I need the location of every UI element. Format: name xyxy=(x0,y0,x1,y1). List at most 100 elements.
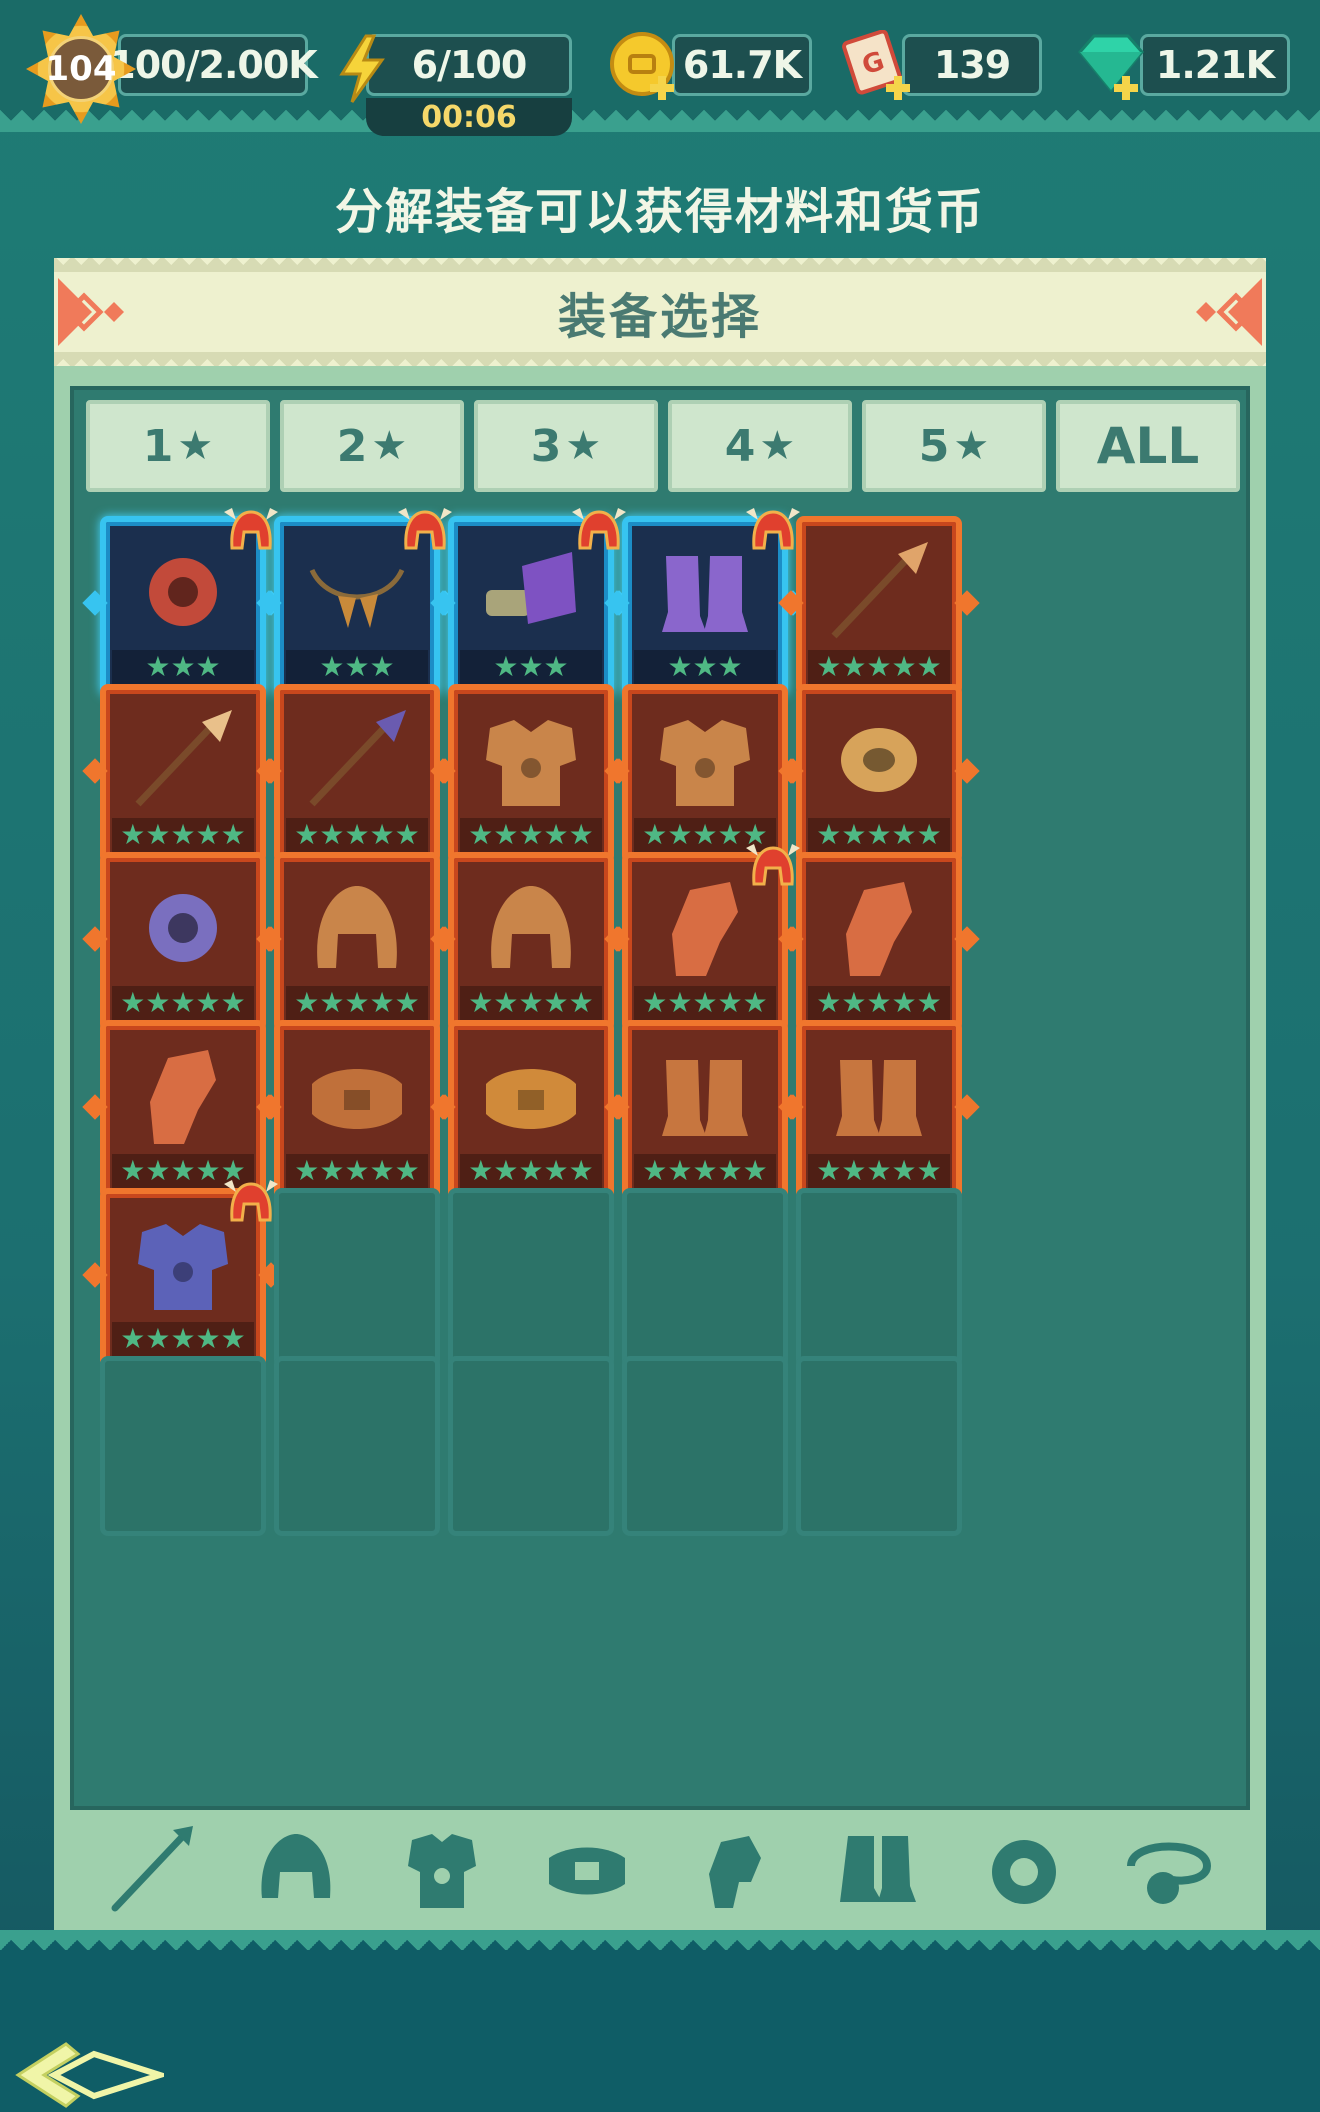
spear-icon xyxy=(135,710,232,807)
dark-spear-icon xyxy=(309,710,406,807)
item-card-orange: ★★★★★ xyxy=(622,1020,788,1200)
belt-icon xyxy=(312,1069,402,1129)
level-number: 104 xyxy=(46,36,117,102)
level-badge[interactable]: 104 xyxy=(26,14,136,124)
bottom-bar xyxy=(0,1930,1320,2112)
weapon-icon[interactable] xyxy=(103,1822,199,1918)
star-icon: ★ xyxy=(759,423,796,469)
armor-icon[interactable] xyxy=(394,1822,490,1918)
glove-icon xyxy=(150,1050,216,1144)
back-arrow-icon[interactable] xyxy=(14,2040,164,2110)
empty-card xyxy=(448,1188,614,1368)
empty-slot xyxy=(610,1346,800,1546)
empty-card xyxy=(622,1356,788,1536)
gem-counter: 1.21K xyxy=(1140,34,1290,96)
bracelet-icon xyxy=(841,728,917,792)
item-card-orange: ★★★★★ xyxy=(100,1020,266,1200)
greaves-icon xyxy=(836,1060,922,1136)
tab-label: 5 xyxy=(918,420,950,472)
helmet-icon xyxy=(317,886,397,968)
empty-slot xyxy=(262,1346,452,1546)
experience-counter: 100/2.00K xyxy=(109,34,318,96)
item-card-orange: ★★★★★ xyxy=(796,852,962,1032)
gem-icon[interactable] xyxy=(1072,30,1152,102)
topbar-trim xyxy=(0,110,1320,132)
header-trim-top xyxy=(54,258,1266,272)
energy-counter: 6/100 xyxy=(366,34,572,96)
tab-5-star[interactable]: 5 ★ xyxy=(862,400,1046,492)
empty-card xyxy=(796,1356,962,1536)
category-bar xyxy=(54,1810,1266,1930)
header-trim-bottom xyxy=(54,352,1266,366)
tab-label: 3 xyxy=(530,420,562,472)
equipment-grid: 1 ★ 2 ★ 3 ★ 4 ★ 5 ★ ALL ★★★ ★★★ ★★★ ★★★ … xyxy=(70,386,1250,1810)
item-card-orange: ★★★★★ xyxy=(796,1020,962,1200)
ticket-counter: 139 xyxy=(902,34,1042,96)
item-card-orange: ★★★★★ xyxy=(448,1020,614,1200)
necklace-icon[interactable] xyxy=(1121,1822,1217,1918)
tab-3-star[interactable]: 3 ★ xyxy=(474,400,658,492)
empty-slot xyxy=(88,1346,278,1546)
empty-card xyxy=(274,1356,440,1536)
equipped-helmet-icon xyxy=(746,508,800,550)
equipped-helmet-icon xyxy=(224,1180,278,1222)
star-filter-tabs: 1 ★ 2 ★ 3 ★ 4 ★ 5 ★ ALL xyxy=(86,400,1240,492)
equipped-helmet-icon xyxy=(398,508,452,550)
equipped-helmet-icon xyxy=(224,508,278,550)
boots-icon[interactable] xyxy=(830,1822,926,1918)
panel-header: 装备选择 xyxy=(54,258,1266,366)
star-icon: ★ xyxy=(177,423,214,469)
spear-icon xyxy=(831,542,928,639)
item-card-orange: ★★★★★ xyxy=(448,684,614,864)
armor-icon xyxy=(660,720,750,806)
item-card-orange: ★★★★★ xyxy=(274,852,440,1032)
tab-1-star[interactable]: 1 ★ xyxy=(86,400,270,492)
left-diamond-icon xyxy=(58,278,124,346)
item-card-orange: ★★★★★ xyxy=(622,684,788,864)
lightning-icon xyxy=(339,34,385,103)
tab-label: ALL xyxy=(1096,417,1200,475)
headline: 分解装备可以获得材料和货币 xyxy=(334,184,985,240)
ring-icon xyxy=(149,894,217,962)
armor-icon xyxy=(486,720,576,806)
empty-card xyxy=(274,1188,440,1368)
tab-label: 4 xyxy=(724,420,756,472)
right-diamond-icon xyxy=(1196,278,1262,346)
gold-coin-icon[interactable] xyxy=(608,30,684,102)
tab-2-star[interactable]: 2 ★ xyxy=(280,400,464,492)
tab-4-star[interactable]: 4 ★ xyxy=(668,400,852,492)
empty-slot xyxy=(784,1346,974,1546)
ring-icon[interactable] xyxy=(976,1822,1072,1918)
empty-card xyxy=(448,1356,614,1536)
item-card-orange: ★★★★★ xyxy=(100,852,266,1032)
belt-icon xyxy=(486,1069,576,1129)
glove-icon xyxy=(846,882,912,976)
equipped-helmet-icon xyxy=(572,508,626,550)
item-card-orange: ★★★★★ xyxy=(448,852,614,1032)
belt-icon[interactable] xyxy=(539,1822,635,1918)
gold-counter: 61.7K xyxy=(672,34,812,96)
ticket-icon[interactable]: G xyxy=(840,30,916,102)
equipment-panel: 装备选择 1 ★ 2 ★ 3 ★ 4 ★ 5 ★ ALL ★★★ ★★★ ★★★… xyxy=(54,258,1266,1930)
helmet-icon xyxy=(491,886,571,968)
star-icon: ★ xyxy=(371,423,408,469)
equipped-helmet-icon xyxy=(746,844,800,886)
tab-all[interactable]: ALL xyxy=(1056,400,1240,492)
item-card-orange: ★★★★★ xyxy=(100,684,266,864)
item-card-orange: ★★★★★ xyxy=(796,516,962,696)
bottom-trim xyxy=(0,1930,1320,1950)
item-card-orange: ★★★★★ xyxy=(796,684,962,864)
empty-card xyxy=(796,1188,962,1368)
empty-slot xyxy=(436,1346,626,1546)
tab-label: 2 xyxy=(336,420,368,472)
item-card-orange: ★★★★★ xyxy=(274,684,440,864)
glove-icon[interactable] xyxy=(685,1822,781,1918)
panel-title: 装备选择 xyxy=(557,289,762,345)
empty-card xyxy=(622,1188,788,1368)
item-card-orange: ★★★★★ xyxy=(274,1020,440,1200)
greaves-icon xyxy=(662,1060,748,1136)
star-icon: ★ xyxy=(565,423,602,469)
helmet-icon[interactable] xyxy=(248,1822,344,1918)
empty-card xyxy=(100,1356,266,1536)
energy-timer: 00:06 xyxy=(366,98,572,136)
